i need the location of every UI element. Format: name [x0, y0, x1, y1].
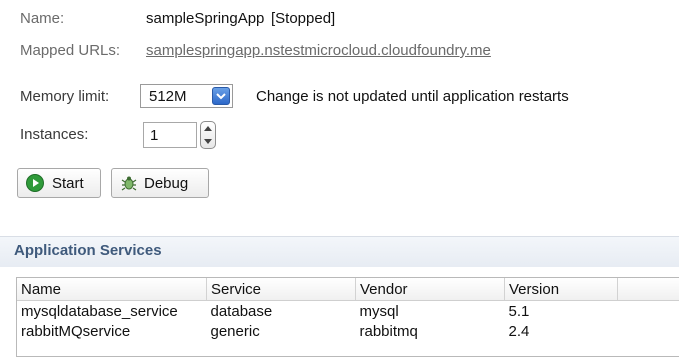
- cell-vendor: rabbitmq: [356, 321, 505, 341]
- instances-value: 1: [150, 127, 158, 144]
- mapped-url-link[interactable]: samplespringapp.nstestmicrocloud.cloudfo…: [146, 42, 491, 59]
- cell-version: 2.4: [505, 321, 618, 341]
- table-row[interactable]: mysqldatabase_service database mysql 5.1: [17, 301, 679, 322]
- start-label: Start: [52, 175, 84, 192]
- name-label: Name:: [20, 10, 64, 27]
- chevron-down-icon[interactable]: [212, 87, 230, 105]
- cell-vendor: mysql: [356, 301, 505, 322]
- instances-input[interactable]: 1: [143, 122, 197, 148]
- cell-version: 5.1: [505, 301, 618, 322]
- cell-service: generic: [207, 321, 356, 341]
- column-header-vendor[interactable]: Vendor: [356, 278, 505, 301]
- stepper-down-icon[interactable]: [204, 139, 212, 144]
- mapped-urls-label: Mapped URLs:: [20, 42, 120, 59]
- table-header-row: Name Service Vendor Version: [17, 278, 679, 301]
- column-header-extra: [618, 278, 679, 301]
- memory-limit-value: 512M: [141, 88, 212, 105]
- memory-note: Change is not updated until application …: [256, 88, 569, 105]
- memory-limit-combo[interactable]: 512M: [140, 84, 233, 108]
- instances-stepper[interactable]: [200, 121, 216, 149]
- services-table: Name Service Vendor Version mysqldatabas…: [16, 277, 679, 357]
- debug-button[interactable]: Debug: [111, 168, 209, 198]
- start-icon: [26, 174, 44, 192]
- stepper-up-icon[interactable]: [204, 126, 212, 131]
- services-section-title: Application Services: [14, 242, 162, 259]
- table-row[interactable]: rabbitMQservice generic rabbitmq 2.4: [17, 321, 679, 341]
- column-header-service[interactable]: Service: [207, 278, 356, 301]
- column-header-name[interactable]: Name: [17, 278, 207, 301]
- column-header-version[interactable]: Version: [505, 278, 618, 301]
- cell-name: mysqldatabase_service: [17, 301, 207, 322]
- app-name: sampleSpringApp: [146, 10, 264, 27]
- memory-limit-label: Memory limit:: [20, 88, 109, 105]
- cell-service: database: [207, 301, 356, 322]
- app-status: [Stopped]: [271, 10, 335, 27]
- instances-label: Instances:: [20, 126, 88, 143]
- bug-icon: [120, 174, 138, 192]
- debug-label: Debug: [144, 175, 188, 192]
- start-button[interactable]: Start: [17, 168, 101, 198]
- cell-name: rabbitMQservice: [17, 321, 207, 341]
